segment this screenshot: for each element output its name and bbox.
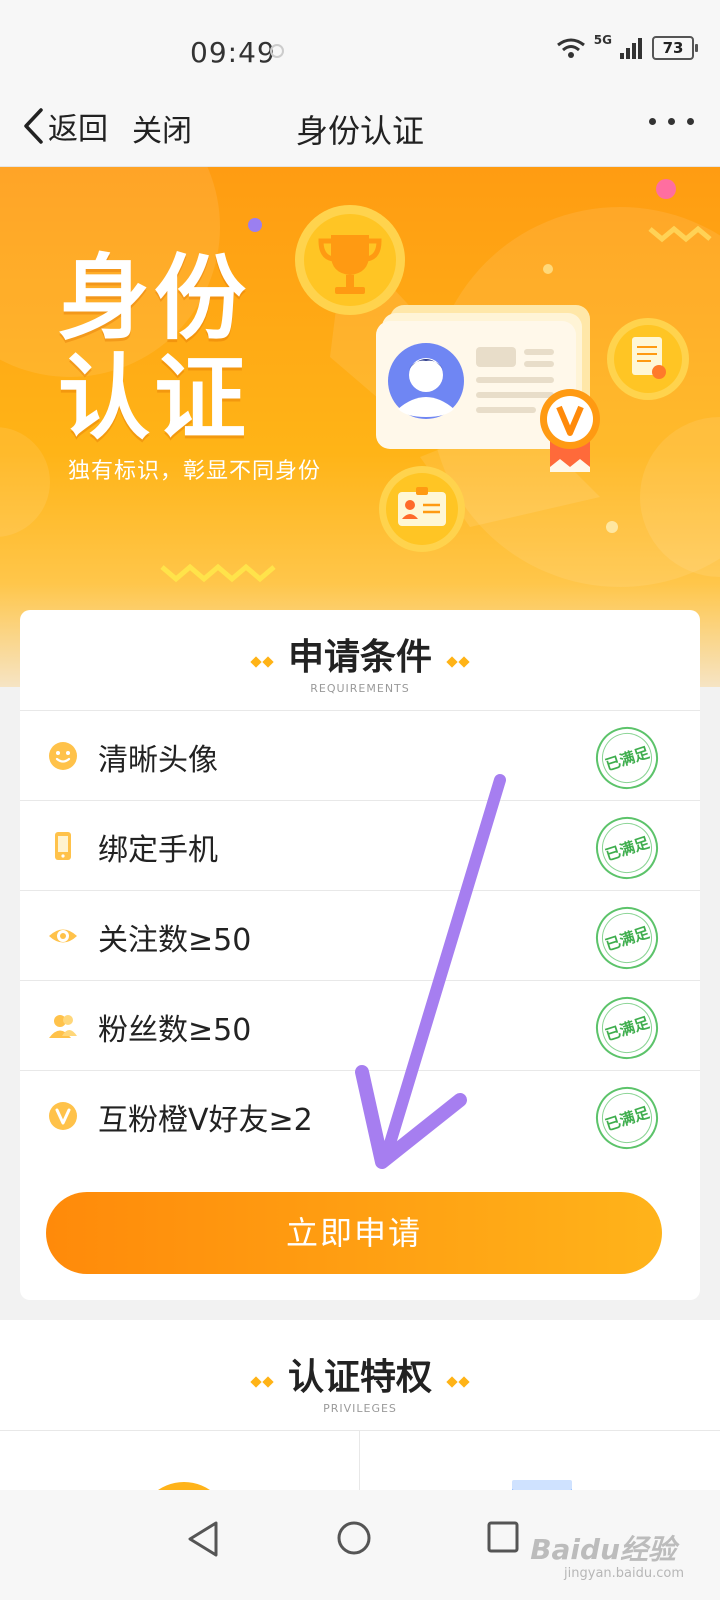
notification-dot-icon <box>270 44 284 58</box>
requirement-row: 粉丝数≥50 已满足 <box>20 980 700 1071</box>
diamond-left-icon <box>250 1371 274 1390</box>
requirement-row: 互粉橙V好友≥2 已满足 <box>20 1070 700 1161</box>
requirements-card: 申请条件 REQUIREMENTS 清晰头像 已满足 绑定手机 已满足 关注数≥… <box>20 610 700 1300</box>
requirement-label: 互粉橙V好友≥2 <box>98 1103 313 1138</box>
certificate-icon <box>607 318 689 400</box>
diamond-right-icon <box>446 651 470 670</box>
identity-banner: 身份 认证 独有标识，彰显不同身份 <box>0 167 720 687</box>
privileges-header: 认证特权 PRIVILEGES <box>0 1348 720 1415</box>
status-bar: 09:49 5G 73 <box>0 0 720 90</box>
smile-face-icon <box>49 742 77 770</box>
privileges-subtitle: PRIVILEGES <box>323 1402 397 1415</box>
satisfied-stamp: 已满足 <box>587 1078 667 1158</box>
wifi-icon <box>556 38 585 58</box>
recents-square-icon[interactable] <box>486 1520 520 1554</box>
hero-line-2: 认证 <box>58 345 251 452</box>
phone-icon <box>55 832 71 860</box>
banner-subtitle: 独有标识，彰显不同身份 <box>68 459 322 484</box>
fans-icon <box>49 1015 77 1038</box>
diamond-right-icon <box>446 1371 470 1390</box>
privileges-title: 认证特权 <box>287 1357 432 1398</box>
battery-indicator: 73 <box>652 36 698 60</box>
requirement-label: 绑定手机 <box>98 833 218 868</box>
satisfied-stamp: 已满足 <box>587 718 667 798</box>
back-triangle-icon[interactable] <box>186 1520 220 1558</box>
status-icons: 5G 73 <box>556 33 698 60</box>
requirement-label: 关注数≥50 <box>98 923 252 958</box>
page-title: 身份认证 <box>295 112 424 150</box>
id-badge-icon <box>379 466 465 552</box>
status-time: 09:49 <box>190 36 276 69</box>
nav-bar: 返回 关闭 身份认证 <box>0 90 720 167</box>
requirement-row: 关注数≥50 已满足 <box>20 890 700 981</box>
satisfied-stamp: 已满足 <box>587 898 667 978</box>
satisfied-stamp: 已满足 <box>587 808 667 888</box>
apply-now-button[interactable]: 立即申请 <box>46 1192 662 1274</box>
satisfied-stamp: 已满足 <box>587 988 667 1068</box>
more-options-icon[interactable] <box>649 118 694 125</box>
home-circle-icon[interactable] <box>336 1520 372 1556</box>
id-card-illustration <box>376 305 600 472</box>
diamond-left-icon <box>250 651 274 670</box>
divider <box>0 1430 720 1431</box>
requirement-row: 绑定手机 已满足 <box>20 800 700 891</box>
hero-line-1: 身份 <box>58 245 251 352</box>
requirement-label: 粉丝数≥50 <box>98 1013 252 1048</box>
requirements-title: 申请条件 <box>287 637 432 678</box>
network-type: 5G <box>593 33 612 47</box>
banner-hero-title: 身份 认证 <box>58 249 250 449</box>
eye-icon <box>49 929 77 943</box>
watermark-url: jingyan.baidu.com <box>564 1566 684 1581</box>
watermark-brand: Baidu经验 <box>530 1533 676 1566</box>
v-badge-icon <box>49 1102 77 1130</box>
requirements-subtitle: REQUIREMENTS <box>310 682 410 695</box>
requirements-header: 申请条件 REQUIREMENTS <box>20 628 700 695</box>
requirement-row: 清晰头像 已满足 <box>20 710 700 801</box>
signal-icon <box>620 38 642 59</box>
requirement-label: 清晰头像 <box>98 743 218 778</box>
